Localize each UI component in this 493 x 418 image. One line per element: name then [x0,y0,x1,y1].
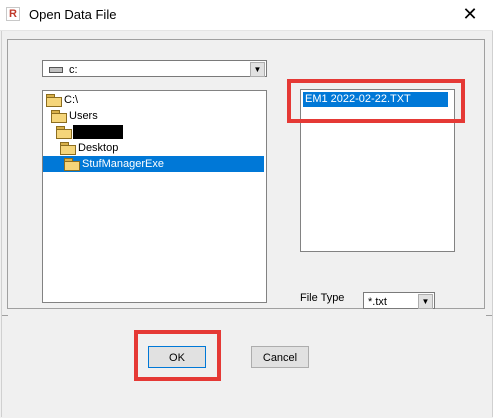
chevron-down-icon[interactable]: ▼ [250,62,265,77]
redacted-label [73,125,123,139]
chevron-down-icon[interactable]: ▼ [418,294,433,309]
open-folder-icon [56,126,72,139]
cancel-button[interactable]: Cancel [251,346,309,368]
directory-list[interactable]: C:\ Users Desktop StufManagerExe [42,90,267,303]
open-folder-icon [64,158,80,171]
directory-item-stufmanagerexe[interactable]: StufManagerExe [43,156,264,172]
file-type-label: File Type [300,292,345,304]
title-bar: R Open Data File ✕ [0,0,493,31]
directory-item-desktop[interactable]: Desktop [43,140,264,156]
directory-item-c[interactable]: C:\ [43,92,264,108]
dialog-body: c: ▼ C:\ Users Desktop StufManagerExe EM… [1,31,493,417]
open-folder-icon [51,110,67,123]
directory-item-label: Desktop [78,142,119,154]
open-folder-icon [46,94,62,107]
highlight-box-ok [134,330,221,381]
drive-select[interactable]: c: ▼ [42,60,267,77]
directory-item-redacted[interactable] [43,124,264,140]
open-folder-icon [60,142,76,155]
directory-item-label: C:\ [64,94,79,106]
directory-item-label: Users [69,110,98,122]
directory-item-label: StufManagerExe [80,157,166,171]
window-title: Open Data File [29,7,117,22]
file-type-select[interactable]: *.txt ▼ [363,292,435,309]
frame-edge [486,315,492,316]
close-icon[interactable]: ✕ [447,0,493,30]
directory-item-users[interactable]: Users [43,108,264,124]
drive-select-value: c: [69,64,78,76]
highlight-box-file [287,79,465,123]
drive-icon [49,67,63,73]
file-type-value: *.txt [368,296,387,308]
frame-edge [2,315,8,316]
app-icon: R [6,7,20,21]
